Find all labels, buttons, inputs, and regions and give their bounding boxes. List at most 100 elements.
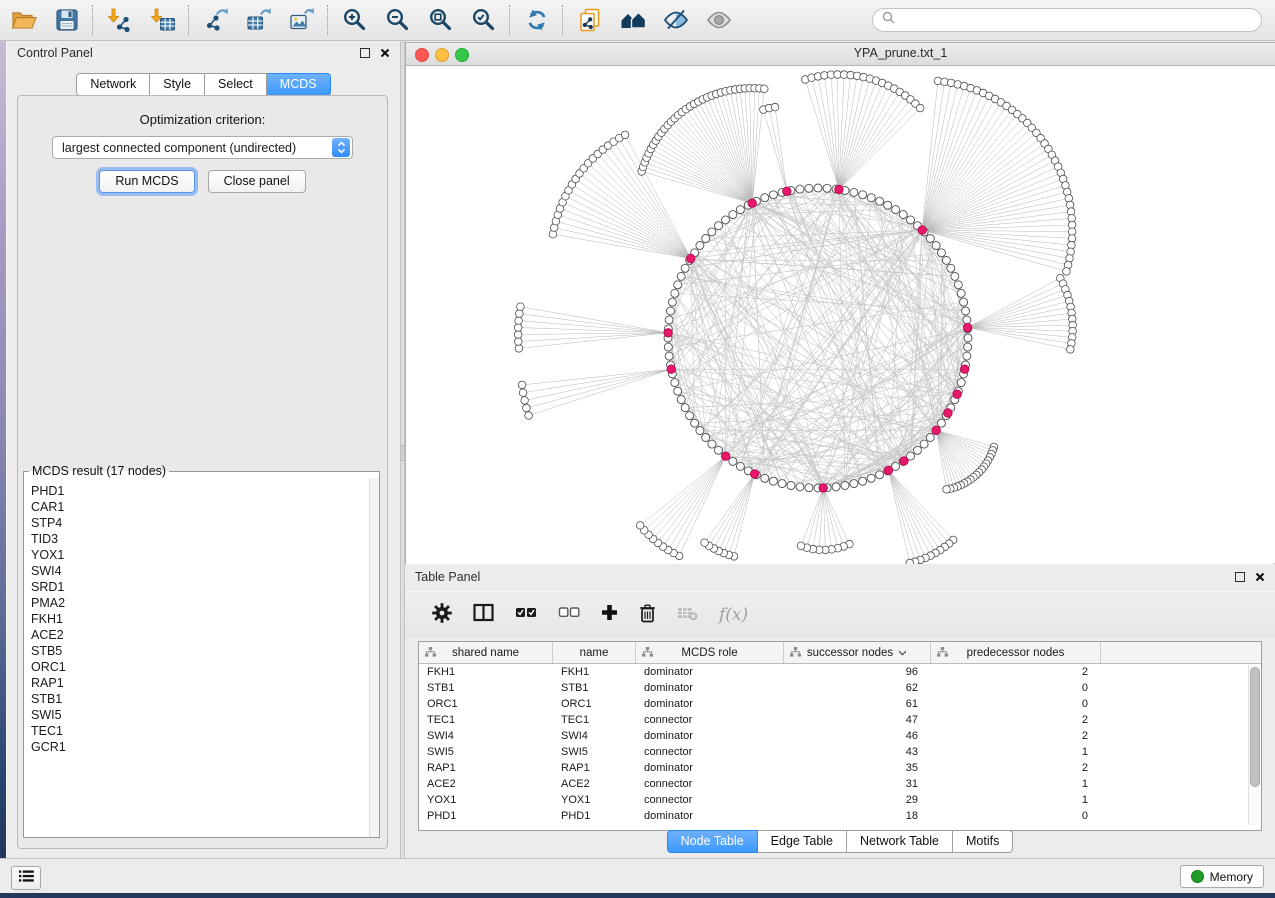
tab-style[interactable]: Style [150, 73, 205, 96]
mcds-list-scrollbar[interactable] [369, 478, 379, 837]
window-zoom-icon[interactable] [455, 48, 469, 62]
clone-network-button[interactable] [576, 7, 603, 34]
memory-button[interactable]: Memory [1180, 865, 1264, 888]
delete-row-button[interactable] [639, 603, 656, 628]
show-graphics-details-button[interactable] [705, 7, 732, 34]
mcds-tab-content: Optimization criterion: largest connecte… [17, 95, 388, 849]
float-panel-icon[interactable] [1235, 572, 1245, 582]
network-overview-button[interactable] [619, 7, 646, 34]
table-row[interactable]: SWI4SWI4dominator462 [419, 728, 1261, 744]
export-network-icon [203, 7, 229, 33]
table-panel-titlebar: Table Panel [405, 565, 1275, 589]
tab-network[interactable]: Network [76, 73, 150, 96]
task-history-button[interactable] [11, 866, 41, 890]
tab-motifs[interactable]: Motifs [953, 830, 1013, 853]
mcds-result-item[interactable]: STB1 [31, 691, 369, 707]
column-header-predecessor-nodes[interactable]: predecessor nodes [931, 642, 1101, 663]
search-input[interactable] [900, 12, 1261, 28]
table-row[interactable]: TEC1TEC1connector472 [419, 712, 1261, 728]
refresh-network-button[interactable] [523, 7, 550, 34]
cell-role: dominator [636, 698, 784, 710]
column-header-MCDS-role[interactable]: MCDS role [636, 642, 784, 663]
cell-shared_name: SWI4 [419, 730, 553, 742]
mcds-result-item[interactable]: TEC1 [31, 723, 369, 739]
function-builder-button: f(x) [719, 605, 748, 625]
select-all-button[interactable] [515, 605, 537, 625]
zoom-fit-button[interactable] [427, 7, 454, 34]
table-row[interactable]: YOX1YOX1connector291 [419, 792, 1261, 808]
cell-shared_name: ACE2 [419, 778, 553, 790]
cell-successors: 31 [784, 778, 931, 790]
zoom-in-button[interactable] [341, 7, 368, 34]
tab-select[interactable]: Select [205, 73, 267, 96]
mcds-result-item[interactable]: FKH1 [31, 611, 369, 627]
zoom-out-button[interactable] [384, 7, 411, 34]
run-mcds-button[interactable]: Run MCDS [99, 170, 194, 193]
mcds-result-item[interactable]: ACE2 [31, 627, 369, 643]
close-panel-button[interactable]: Close panel [208, 170, 306, 193]
import-network-button[interactable] [106, 7, 133, 34]
table-row[interactable]: FKH1FKH1dominator962 [419, 664, 1261, 680]
table-row[interactable]: STB1STB1dominator620 [419, 680, 1261, 696]
table-row[interactable]: ORC1ORC1dominator610 [419, 696, 1261, 712]
mcds-result-item[interactable]: STP4 [31, 515, 369, 531]
criterion-value: largest connected component (undirected) [53, 141, 332, 155]
cell-successors: 43 [784, 746, 931, 758]
mcds-result-item[interactable]: SRD1 [31, 579, 369, 595]
split-columns-button[interactable] [473, 603, 494, 627]
chevron-down-icon[interactable] [898, 650, 907, 656]
save-session-icon [54, 7, 80, 33]
gear-button[interactable] [432, 603, 452, 628]
hide-graphics-details-button[interactable] [662, 7, 689, 34]
cell-predecessors: 0 [931, 682, 1101, 694]
table-row[interactable]: SWI5SWI5connector431 [419, 744, 1261, 760]
network-graph[interactable] [406, 66, 1274, 564]
tab-edge-table[interactable]: Edge Table [758, 830, 847, 853]
deselect-all-button[interactable] [558, 605, 580, 625]
mcds-result-item[interactable]: PHD1 [31, 483, 369, 499]
mcds-result-item[interactable]: PMA2 [31, 595, 369, 611]
column-header-name[interactable]: name [553, 642, 636, 663]
network-window-titlebar[interactable]: YPA_prune.txt_1 [406, 43, 1275, 66]
table-row[interactable]: PHD1PHD1dominator180 [419, 808, 1261, 824]
save-session-button[interactable] [53, 7, 80, 34]
mcds-result-list[interactable]: PHD1CAR1STP4TID3YOX1SWI4SRD1PMA2FKH1ACE2… [25, 480, 369, 836]
mcds-result-item[interactable]: ORC1 [31, 659, 369, 675]
import-table-button[interactable] [149, 7, 176, 34]
tab-mcds[interactable]: MCDS [267, 73, 331, 96]
zoom-selected-button[interactable] [470, 7, 497, 34]
mcds-result-item[interactable]: STB5 [31, 643, 369, 659]
table-scrollbar-thumb[interactable] [1250, 667, 1260, 787]
splitter-grip[interactable] [401, 445, 404, 461]
search-box[interactable] [872, 8, 1262, 32]
table-row[interactable]: RAP1RAP1dominator352 [419, 760, 1261, 776]
memory-status-icon [1191, 870, 1204, 883]
float-panel-icon[interactable] [360, 48, 370, 58]
window-minimize-icon[interactable] [435, 48, 449, 62]
network-canvas[interactable] [406, 66, 1274, 564]
tab-network-table[interactable]: Network Table [847, 830, 953, 853]
export-network-button[interactable] [202, 7, 229, 34]
column-header-shared-name[interactable]: shared name [419, 642, 553, 663]
export-table-button[interactable] [245, 7, 272, 34]
window-close-icon[interactable] [415, 48, 429, 62]
table-row[interactable]: ACE2ACE2connector311 [419, 776, 1261, 792]
tab-node-table[interactable]: Node Table [667, 830, 758, 853]
mcds-result-item[interactable]: YOX1 [31, 547, 369, 563]
column-header-successor-nodes[interactable]: successor nodes [784, 642, 931, 663]
table-scrollbar[interactable] [1248, 665, 1260, 825]
mcds-result-item[interactable]: RAP1 [31, 675, 369, 691]
export-image-button[interactable] [288, 7, 315, 34]
mcds-result-item[interactable]: CAR1 [31, 499, 369, 515]
mcds-result-item[interactable]: SWI4 [31, 563, 369, 579]
mcds-result-item[interactable]: GCR1 [31, 739, 369, 755]
close-panel-icon[interactable] [380, 48, 390, 58]
open-file-button[interactable] [10, 7, 37, 34]
mcds-result-item[interactable]: TID3 [31, 531, 369, 547]
add-row-icon [601, 604, 618, 626]
criterion-dropdown[interactable]: largest connected component (undirected) [52, 136, 353, 159]
close-panel-icon[interactable] [1255, 572, 1265, 582]
add-row-button[interactable] [601, 604, 618, 626]
mcds-result-item[interactable]: SWI5 [31, 707, 369, 723]
table-header-row: shared namenameMCDS rolesuccessor nodesp… [419, 642, 1261, 664]
